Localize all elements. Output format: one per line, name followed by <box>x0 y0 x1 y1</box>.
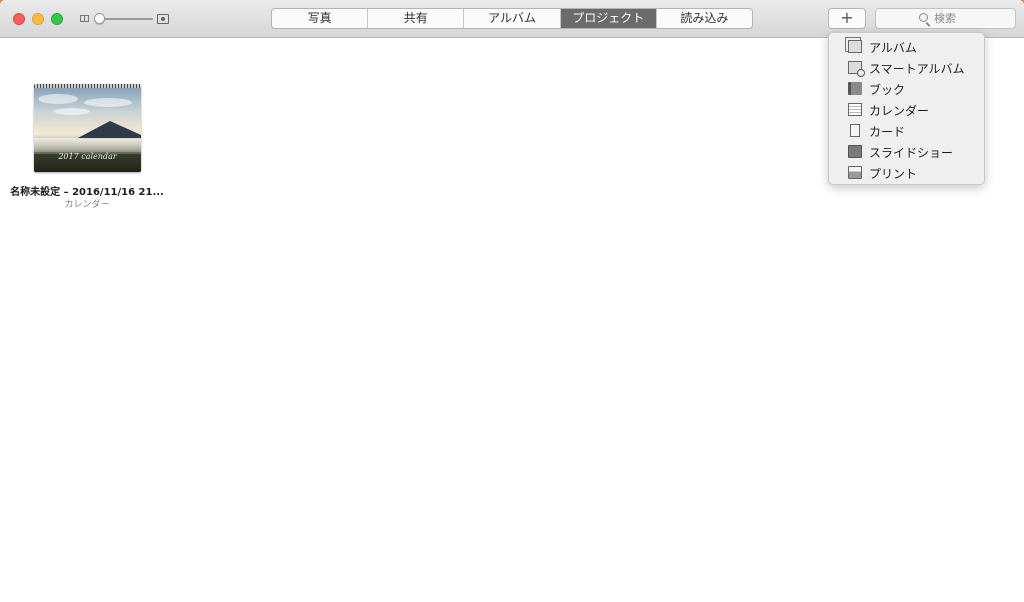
menu-item-smart-album[interactable]: スマートアルバム <box>829 57 984 78</box>
tab-projects[interactable]: プロジェクト <box>560 9 657 28</box>
menu-item-calendar[interactable]: カレンダー <box>829 99 984 120</box>
album-icon <box>848 40 862 53</box>
menu-item-label: スライドショー <box>869 146 954 160</box>
zoom-slider-knob[interactable] <box>94 13 105 24</box>
menu-item-label: カレンダー <box>869 104 930 118</box>
search-input[interactable] <box>934 11 1012 26</box>
calendar-icon <box>848 103 862 116</box>
tab-photos[interactable]: 写真 <box>272 9 369 28</box>
minimize-window-button[interactable] <box>32 13 44 25</box>
tab-import[interactable]: 読み込み <box>657 9 752 28</box>
search-icon <box>919 13 928 22</box>
menu-item-label: プリント <box>869 167 918 181</box>
close-window-button[interactable] <box>13 13 25 25</box>
menu-item-album[interactable]: アルバム <box>829 36 984 57</box>
slideshow-icon <box>848 145 862 158</box>
project-thumbnail[interactable]: 2017 calendar <box>34 84 141 172</box>
menu-item-print[interactable]: プリント <box>829 162 984 183</box>
add-button[interactable]: + <box>828 8 866 29</box>
menu-item-label: アルバム <box>869 41 917 55</box>
print-icon <box>848 166 862 179</box>
card-icon <box>850 124 860 137</box>
landscape-image: 2017 calendar <box>34 88 141 172</box>
zoom-slider[interactable] <box>99 18 153 20</box>
search-field[interactable] <box>875 8 1016 29</box>
smart-album-icon <box>848 61 865 77</box>
menu-item-label: カード <box>869 125 906 139</box>
view-tabs: 写真 共有 アルバム プロジェクト 読み込み <box>271 8 753 29</box>
menu-item-book[interactable]: ブック <box>829 78 984 99</box>
photos-window: 写真 共有 アルバム プロジェクト 読み込み + 2017 calendar <box>0 0 1024 602</box>
add-menu: アルバム スマートアルバム ブック カレンダー カード スライドショー プリント <box>828 32 985 185</box>
zoom-in-icon[interactable] <box>157 14 169 24</box>
thumbnail-caption: 2017 calendar <box>58 152 117 161</box>
fullscreen-window-button[interactable] <box>51 13 63 25</box>
tab-albums[interactable]: アルバム <box>464 9 561 28</box>
project-type: カレンダー <box>64 200 110 210</box>
project-title[interactable]: 名称未設定 – 2016/11/16 21... <box>10 183 164 198</box>
tab-shared[interactable]: 共有 <box>368 9 465 28</box>
menu-item-card[interactable]: カード <box>829 120 984 141</box>
zoom-out-icon[interactable] <box>80 15 89 22</box>
menu-item-label: スマートアルバム <box>869 62 965 76</box>
menu-item-label: ブック <box>869 83 906 97</box>
menu-item-slideshow[interactable]: スライドショー <box>829 141 984 162</box>
book-icon <box>848 82 862 95</box>
